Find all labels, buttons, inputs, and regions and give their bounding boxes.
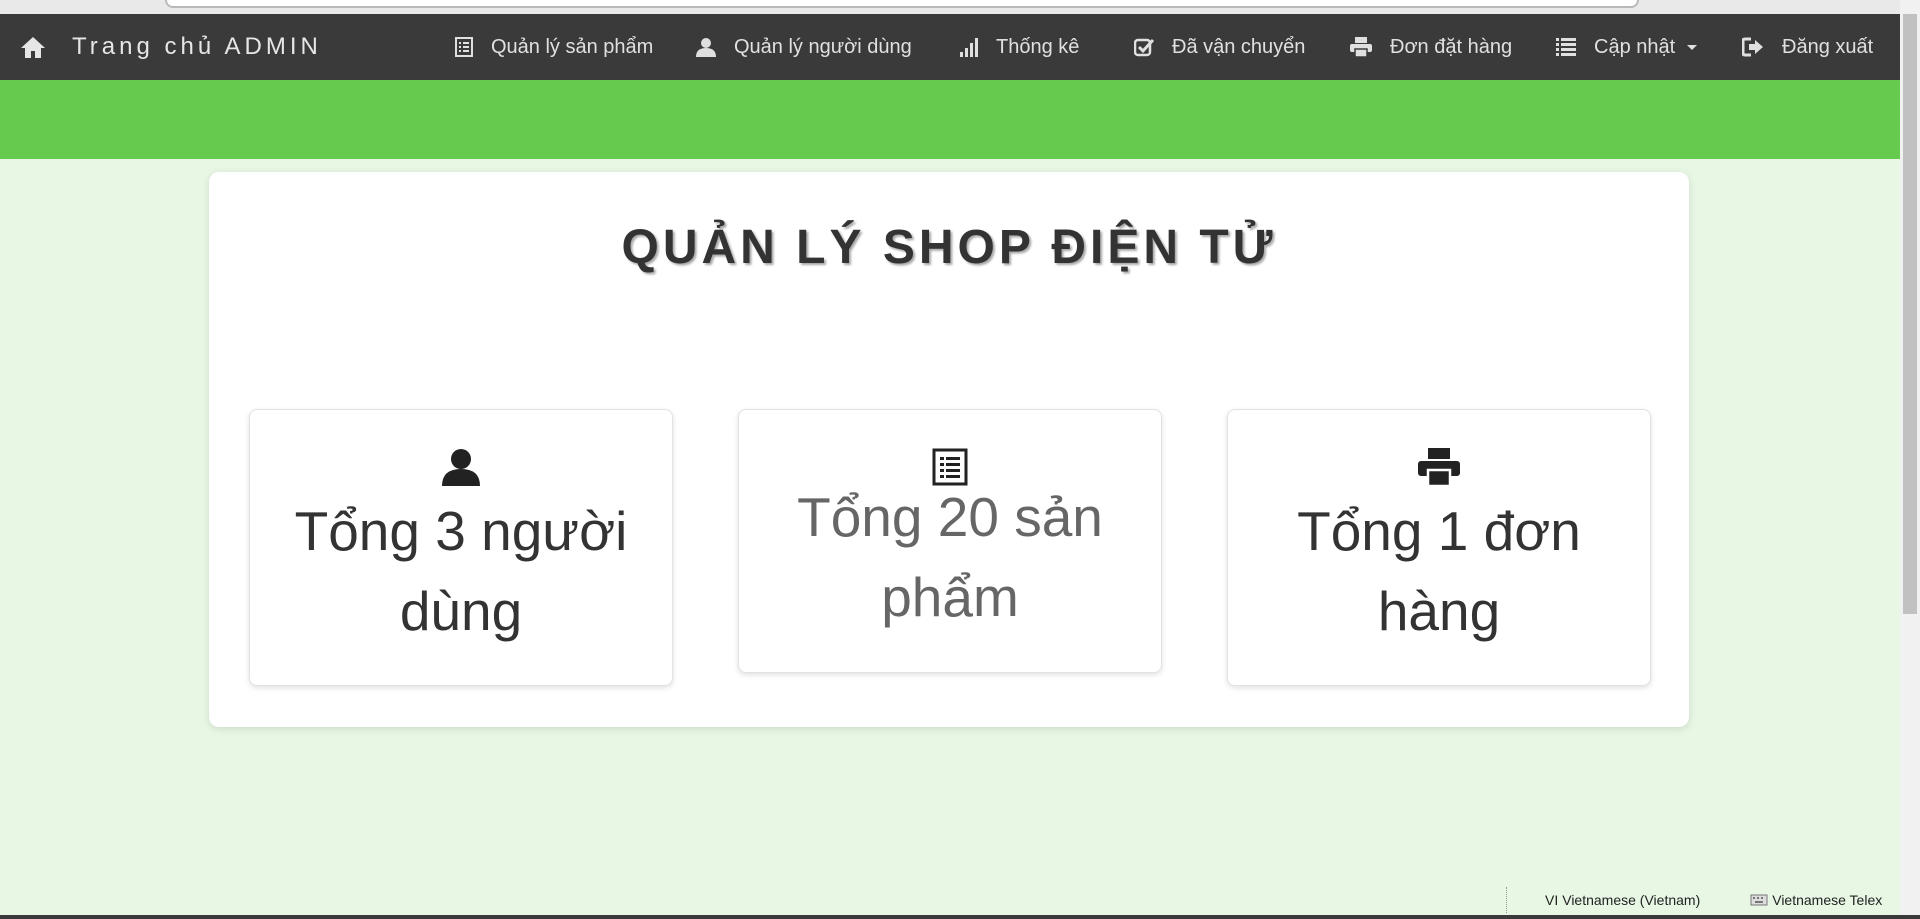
list-alt-icon [455, 37, 473, 57]
printer-icon [1350, 37, 1372, 57]
dashboard-panel: QUẢN LÝ SHOP ĐIỆN TỬ Tổng 3 người dùng T… [209, 172, 1689, 727]
user-icon [696, 37, 716, 57]
page: Trang chủ ADMIN Quản lý sản phẩm Quản lý… [0, 0, 1920, 919]
top-navbar: Trang chủ ADMIN Quản lý sản phẩm Quản lý… [0, 14, 1900, 80]
nav-orders[interactable]: Đơn đặt hàng [1350, 14, 1512, 80]
address-bar[interactable] [165, 0, 1639, 8]
stat-card-orders: Tổng 1 đơn hàng [1227, 409, 1651, 686]
user-icon [441, 448, 481, 491]
list-icon [1556, 38, 1576, 56]
nav-label: Đăng xuất [1782, 35, 1874, 58]
ime-status-bar: VI Vietnamese (Vietnam) Vietnamese Telex [1506, 887, 1907, 913]
nav-label: Quản lý sản phẩm [491, 35, 654, 58]
input-method-indicator[interactable]: Vietnamese Telex [1750, 892, 1882, 909]
language-code: VI [1545, 892, 1559, 908]
stat-products-text: Tổng 20 sản phẩm [797, 486, 1103, 628]
nav-label: Thống kê [996, 35, 1080, 58]
brand-text: Trang chủ ADMIN [72, 33, 322, 60]
chevron-down-icon [1686, 44, 1697, 50]
nav-logout[interactable]: Đăng xuất [1742, 14, 1873, 80]
nav-product-management[interactable]: Quản lý sản phẩm [455, 14, 653, 80]
logout-icon [1742, 37, 1764, 57]
nav-label: Đơn đặt hàng [1390, 35, 1513, 58]
nav-shipped[interactable]: Đã vận chuyển [1134, 14, 1305, 80]
page-scrollbar[interactable] [1900, 0, 1920, 919]
nav-label: Cập nhật [1594, 35, 1676, 58]
language-indicator[interactable]: VI Vietnamese (Vietnam) [1545, 892, 1700, 908]
keyboard-icon [1750, 892, 1768, 909]
window-bottom-border [0, 915, 1920, 919]
printer-icon [1418, 448, 1460, 491]
signal-bars-icon [960, 37, 978, 57]
stat-card-users: Tổng 3 người dùng [249, 409, 673, 686]
scrollbar-thumb[interactable] [1903, 14, 1917, 614]
page-title: QUẢN LÝ SHOP ĐIỆN TỬ [621, 221, 1277, 274]
nav-statistics[interactable]: Thống kê [960, 14, 1079, 80]
nav-user-management[interactable]: Quản lý người dùng [696, 14, 912, 80]
browser-top-strip [0, 0, 1900, 14]
home-icon [20, 35, 46, 59]
check-square-icon [1134, 37, 1154, 57]
input-method-name: Vietnamese Telex [1772, 892, 1883, 908]
stat-card-products: Tổng 20 sản phẩm [738, 409, 1162, 673]
header-banner [0, 80, 1900, 159]
nav-update-dropdown[interactable]: Cập nhật [1556, 14, 1697, 80]
stat-orders-text: Tổng 1 đơn hàng [1297, 500, 1581, 642]
nav-label: Đã vận chuyển [1172, 35, 1306, 58]
stat-users-text: Tổng 3 người dùng [294, 500, 628, 642]
language-name: Vietnamese (Vietnam) [1562, 892, 1701, 908]
nav-label: Quản lý người dùng [734, 35, 912, 58]
brand-link[interactable]: Trang chủ ADMIN [20, 14, 322, 80]
